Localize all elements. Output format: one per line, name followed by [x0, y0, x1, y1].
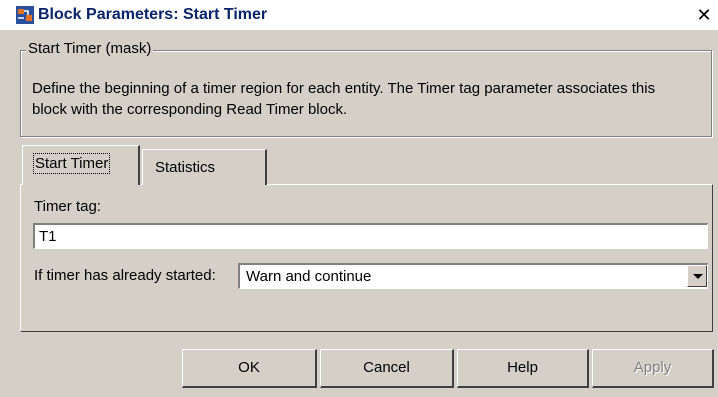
timer-started-label: If timer has already started: — [34, 267, 216, 284]
mask-group-title: Start Timer (mask) — [26, 40, 154, 57]
dialog-window: Block Parameters: Start Timer ✕ Start Ti… — [0, 0, 718, 397]
help-button[interactable]: Help — [457, 349, 589, 388]
apply-button[interactable]: Apply — [592, 349, 714, 388]
close-icon: ✕ — [696, 5, 712, 25]
tab-label: Statistics — [155, 159, 216, 176]
simulink-block-icon — [16, 6, 34, 24]
tab-panel — [20, 184, 713, 332]
timer-tag-label: Timer tag: — [34, 198, 101, 215]
mask-description: Define the beginning of a timer region f… — [32, 80, 656, 118]
cancel-button[interactable]: Cancel — [320, 349, 454, 388]
close-button[interactable]: ✕ — [693, 5, 715, 26]
tab-statistics[interactable]: Statistics — [142, 149, 267, 185]
tab-start-timer[interactable]: Start Timer — [22, 145, 140, 185]
window-title: Block Parameters: Start Timer — [38, 6, 268, 23]
title-bar[interactable]: Block Parameters: Start Timer ✕ — [0, 0, 718, 30]
dropdown-arrow-icon[interactable] — [687, 265, 707, 287]
timer-started-select[interactable]: Warn and continue — [238, 263, 708, 289]
timer-tag-input[interactable]: T1 — [33, 223, 708, 249]
tab-label: Start Timer — [32, 153, 111, 174]
ok-button[interactable]: OK — [182, 349, 317, 388]
timer-started-value: Warn and continue — [246, 268, 372, 285]
